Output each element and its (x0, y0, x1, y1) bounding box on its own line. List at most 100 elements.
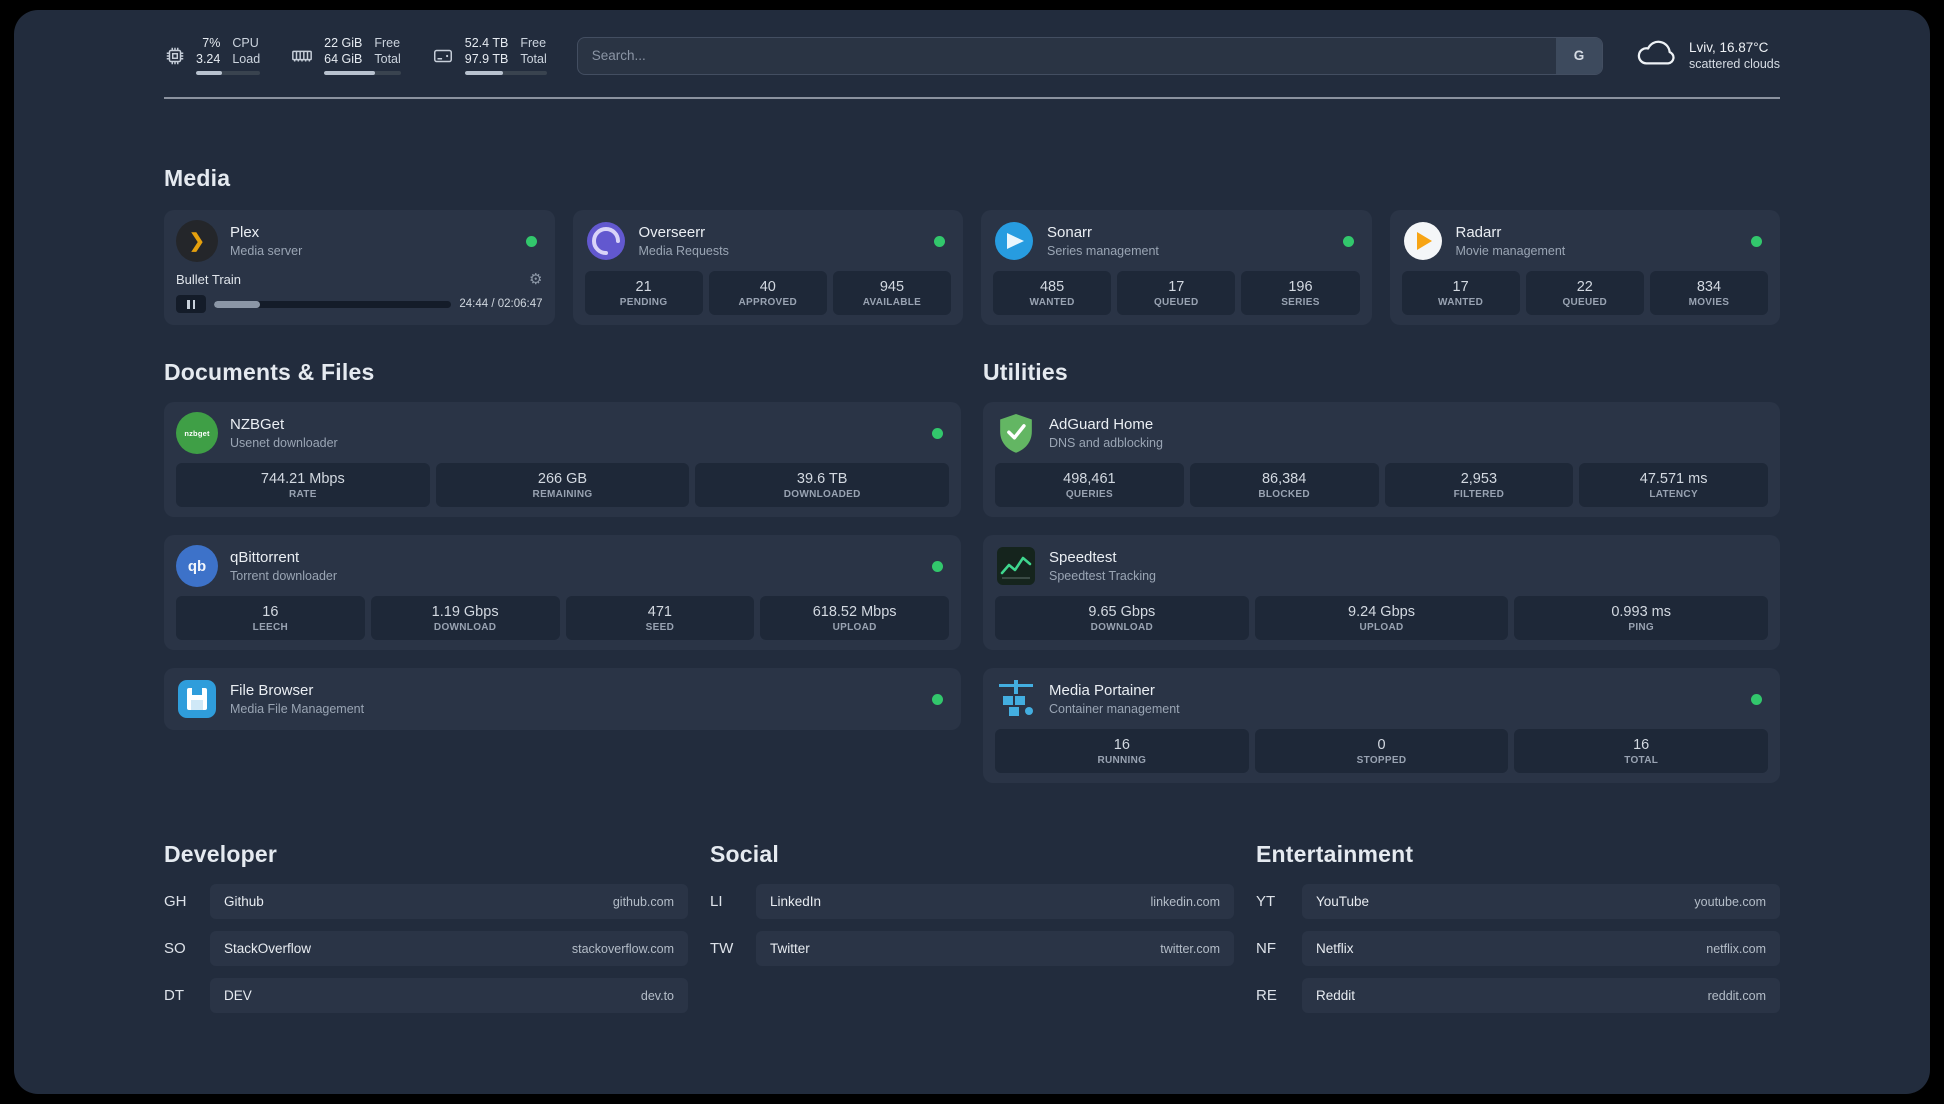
bookmark-link[interactable]: Reddit reddit.com (1302, 978, 1780, 1014)
bookmark-dev: DT DEV dev.to (164, 978, 688, 1014)
bookmark-github: GH Github github.com (164, 884, 688, 920)
bookmark-link[interactable]: YouTube youtube.com (1302, 884, 1780, 920)
stat-queued: 22 QUEUED (1525, 271, 1644, 316)
section-title-documents: Documents & Files (164, 359, 375, 386)
bookmark-link[interactable]: DEV dev.to (210, 978, 688, 1014)
status-dot (932, 560, 943, 572)
service-name: AdGuard Home (1049, 416, 1154, 434)
service-subtitle: Media Requests (638, 243, 729, 258)
bookmark-abbr: RE (1256, 987, 1277, 1005)
service-card-speedtest[interactable]: Speedtest Speedtest Tracking 9.65 Gbps DO… (983, 535, 1780, 651)
bookmark-link[interactable]: LinkedIn linkedin.com (756, 884, 1234, 920)
stat-total: 16 TOTAL (1514, 729, 1769, 774)
header-divider (164, 97, 1780, 100)
disk-free-label: Free (520, 36, 547, 50)
section-media: Media ❯ Plex Media server Bullet Train ⚙… (164, 165, 1780, 326)
bookmark-link[interactable]: Netflix netflix.com (1302, 931, 1780, 967)
status-dot (525, 235, 537, 247)
service-card-plex[interactable]: ❯ Plex Media server Bullet Train ⚙ 24:44… (164, 210, 555, 326)
service-card-portainer[interactable]: Media Portainer Container management 16 R… (983, 668, 1780, 784)
cpu-load-label: Load (232, 51, 261, 66)
cloud-icon (1633, 37, 1679, 74)
cpu-label: CPU (232, 36, 259, 50)
filebrowser-icon (176, 678, 218, 720)
bookmark-linkedin: LI LinkedIn linkedin.com (710, 884, 1234, 920)
plex-icon: ❯ (176, 220, 218, 263)
status-dot (932, 427, 943, 439)
bookmark-link[interactable]: StackOverflow stackoverflow.com (210, 931, 688, 967)
status-dot (932, 693, 943, 705)
now-playing-title: Bullet Train (176, 272, 242, 288)
media-player-widget: Bullet Train ⚙ 24:44 / 02:06:47 (176, 272, 543, 314)
disk-usage-bar (464, 71, 547, 76)
section-title-media: Media (164, 165, 231, 192)
stat-filtered: 2,953 FILTERED (1384, 463, 1574, 508)
pause-button[interactable] (176, 295, 206, 314)
playback-progress-bar[interactable] (214, 300, 452, 308)
stat-queued: 17 QUEUED (1117, 271, 1236, 316)
weather-widget[interactable]: Lviv, 16.87°C scattered clouds (1633, 37, 1780, 74)
service-name: Speedtest (1049, 549, 1117, 567)
weather-condition: scattered clouds (1688, 57, 1780, 72)
nzbget-icon: nzbget (176, 412, 218, 455)
bookmark-abbr: GH (164, 893, 187, 911)
stat-pending: 21 PENDING (584, 271, 703, 316)
stat-blocked: 86,384 BLOCKED (1189, 463, 1379, 508)
status-dot (1342, 235, 1354, 247)
portainer-icon (995, 678, 1037, 720)
service-card-adguard[interactable]: AdGuard Home DNS and adblocking 498,461 Q… (983, 402, 1780, 518)
bookmark-link[interactable]: Twitter twitter.com (756, 931, 1234, 967)
service-card-overseerr[interactable]: Overseerr Media Requests 21 PENDING 40 APP… (572, 210, 963, 326)
bookmark-netflix: NF Netflix netflix.com (1256, 931, 1780, 967)
search-provider-button[interactable]: G (1555, 37, 1602, 74)
bookmark-link[interactable]: Github github.com (210, 884, 688, 920)
search-input[interactable] (577, 37, 1556, 74)
bookmark-group-developer: Developer GH Github github.com SO StackOv… (164, 841, 688, 1014)
stat-available: 945 AVAILABLE (832, 271, 952, 316)
gear-icon[interactable]: ⚙ (529, 272, 542, 287)
bookmark-abbr: NF (1256, 940, 1276, 958)
cpu-load-value: 3.24 (196, 51, 221, 66)
service-subtitle: Media File Management (230, 701, 365, 716)
bookmark-stackoverflow: SO StackOverflow stackoverflow.com (164, 931, 688, 967)
service-card-qbittorrent[interactable]: qb qBittorrent Torrent downloader 16 LEEC… (164, 535, 961, 651)
status-dot (934, 235, 945, 247)
bookmark-abbr: YT (1256, 893, 1276, 911)
memory-widget: 22 GiB 64 GiB Free Total (290, 36, 401, 76)
cpu-usage-bar (196, 71, 261, 76)
service-name: Media Portainer (1049, 682, 1155, 700)
section-title-utilities: Utilities (983, 359, 1068, 386)
service-card-radarr[interactable]: Radarr Movie management 17 WANTED 22 QUEUE… (1389, 210, 1780, 326)
section-title-social: Social (710, 841, 779, 868)
adguard-icon (995, 412, 1037, 454)
service-subtitle: Movie management (1455, 243, 1566, 258)
stat-leech: 16 LEECH (176, 596, 365, 641)
stat-downloaded: 39.6 TB DOWNLOADED (695, 463, 950, 508)
dashboard: 7% 3.24 CPU Load 22 GiB 64 GiB Free Tota… (14, 10, 1930, 1094)
memory-total-label: Total (374, 51, 401, 66)
service-name: File Browser (230, 682, 314, 700)
disk-total-value: 97.9 TB (464, 51, 509, 66)
search-bar: G (576, 36, 1603, 75)
section-title-developer: Developer (164, 841, 278, 868)
service-card-sonarr[interactable]: Sonarr Series management 485 WANTED 17 QUE… (981, 210, 1372, 326)
section-documents: Documents & Files nzbget NZBGet Usenet d… (164, 359, 961, 731)
cpu-widget: 7% 3.24 CPU Load (164, 36, 261, 76)
stat-upload: 9.24 Gbps UPLOAD (1254, 596, 1509, 641)
stat-upload: 618.52 Mbps UPLOAD (760, 596, 949, 641)
service-card-filebrowser[interactable]: File Browser Media File Management (164, 668, 961, 731)
bookmark-abbr: SO (164, 940, 186, 958)
qbittorrent-icon: qb (176, 545, 218, 588)
service-card-nzbget[interactable]: nzbget NZBGet Usenet downloader 744.21 M… (164, 402, 961, 518)
memory-free-value: 22 GiB (324, 36, 363, 50)
service-name: Radarr (1455, 224, 1502, 242)
cpu-usage-value: 7% (202, 36, 221, 50)
memory-total-value: 64 GiB (324, 51, 363, 66)
service-name: NZBGet (230, 416, 285, 434)
stat-series: 196 SERIES (1241, 271, 1360, 316)
stat-seed: 471 SEED (565, 596, 755, 641)
playback-time: 24:44 / 02:06:47 (459, 298, 543, 311)
stat-remaining: 266 GB REMAINING (435, 463, 690, 508)
overseerr-icon (585, 220, 627, 262)
section-utilities: Utilities AdGuard Home DNS and adblockin… (983, 359, 1780, 784)
